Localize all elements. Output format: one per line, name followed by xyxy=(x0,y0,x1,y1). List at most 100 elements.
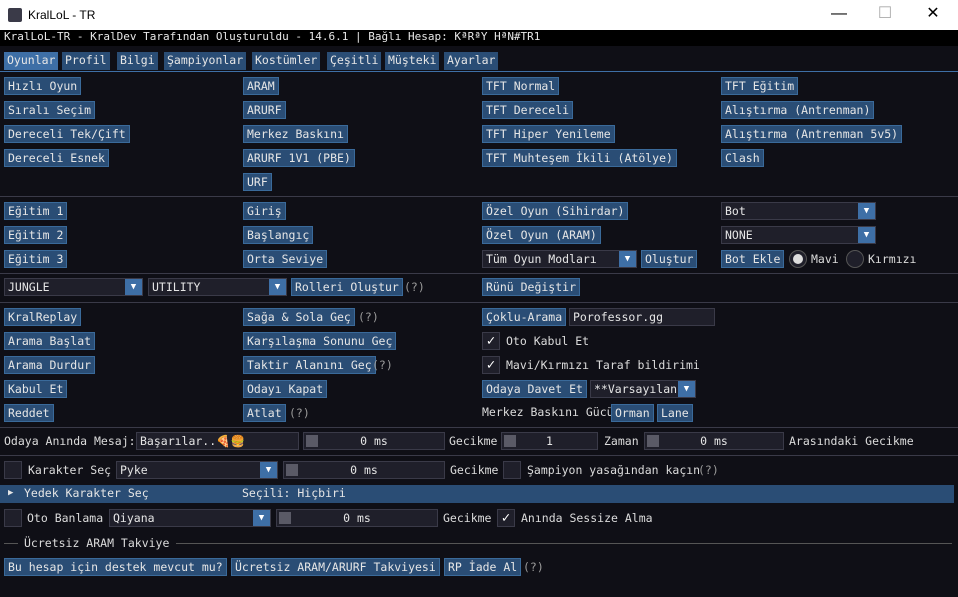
tab-profil[interactable]: Profil xyxy=(62,52,110,70)
avoid-ban-checkbox[interactable] xyxy=(503,461,521,479)
message-count-slider[interactable]: 1 xyxy=(501,432,598,450)
tft-normal-button[interactable]: TFT Normal xyxy=(482,77,560,95)
create-roles-button[interactable]: Rolleri Oluştur xyxy=(291,278,403,296)
tutorial-3-button[interactable]: Eğitim 3 xyxy=(4,250,68,268)
refund-rp-button[interactable]: RP İade Al xyxy=(444,558,522,576)
ranked-solo-button[interactable]: Dereceli Tek/Çift xyxy=(4,125,130,143)
chevron-down-icon: ▼ xyxy=(678,381,695,397)
swap-button[interactable]: Sağa & Sola Geç xyxy=(243,308,355,326)
minimize-button[interactable]: — xyxy=(816,0,862,30)
arurf-1v1-button[interactable]: ARURF 1V1 (PBE) xyxy=(243,149,355,167)
custom-sr-button[interactable]: Özel Oyun (Sihirdar) xyxy=(482,202,629,220)
create-lobby-button[interactable]: Oluştur xyxy=(641,250,698,268)
urf-button[interactable]: URF xyxy=(243,173,272,191)
beginner-bots-button[interactable]: Başlangıç xyxy=(243,226,314,244)
tab-oyunlar[interactable]: Oyunlar xyxy=(4,52,59,70)
ranked-draft-button[interactable]: Sıralı Seçim xyxy=(4,101,96,119)
pick-delay-slider[interactable]: 0 ms xyxy=(283,461,445,479)
invite-list-select[interactable]: **Varsayılan ▼ xyxy=(590,380,696,398)
tutorial-1-button[interactable]: Eğitim 1 xyxy=(4,202,68,220)
skip-honor-button[interactable]: Taktir Alanını Geç xyxy=(243,356,376,374)
help-icon[interactable]: (?) xyxy=(404,278,425,296)
start-search-button[interactable]: Arama Başlat xyxy=(4,332,96,350)
add-bot-button[interactable]: Bot Ekle xyxy=(721,250,785,268)
blue-team-radio[interactable] xyxy=(789,250,807,268)
slider-grab[interactable] xyxy=(286,464,298,476)
tft-tutorial-button[interactable]: TFT Eğitim xyxy=(721,77,799,95)
slider-grab[interactable] xyxy=(647,435,659,447)
maximize-button[interactable]: ☐ xyxy=(862,0,908,30)
app-icon xyxy=(8,8,22,22)
chevron-down-icon: ▼ xyxy=(858,227,875,243)
quick-play-button[interactable]: Hızlı Oyun xyxy=(4,77,82,95)
caret-right-icon: ▶ xyxy=(8,488,14,498)
intermediate-bots-button[interactable]: Orta Seviye xyxy=(243,250,328,268)
invite-lobby-button[interactable]: Odaya Davet Et xyxy=(482,380,587,398)
red-team-radio[interactable] xyxy=(846,250,864,268)
tutorial-2-button[interactable]: Eğitim 2 xyxy=(4,226,68,244)
instant-mute-checkbox[interactable]: ✓ xyxy=(497,509,515,527)
auto-pick-checkbox[interactable] xyxy=(4,461,22,479)
help-icon[interactable]: (?) xyxy=(289,404,310,422)
help-icon[interactable]: (?) xyxy=(372,356,393,374)
instant-message-input[interactable]: Başarılar..🍕🍔 xyxy=(136,432,299,450)
tab-musteki[interactable]: Müşteki xyxy=(385,52,440,70)
ban-delay-slider[interactable]: 0 ms xyxy=(276,509,438,527)
auto-accept-checkbox[interactable]: ✓ xyxy=(482,332,500,350)
game-mode-select[interactable]: Tüm Oyun Modları ▼ xyxy=(482,250,637,268)
tft-hyper-roll-button[interactable]: TFT Hiper Yenileme xyxy=(482,125,615,143)
stop-search-button[interactable]: Arama Durdur xyxy=(4,356,96,374)
nexus-blitz-button[interactable]: Merkez Baskını xyxy=(243,125,348,143)
slider-grab[interactable] xyxy=(279,512,291,524)
tab-bilgi[interactable]: Bilgi xyxy=(117,52,158,70)
tab-ayarlar[interactable]: Ayarlar xyxy=(444,52,499,70)
tft-ranked-button[interactable]: TFT Dereceli xyxy=(482,101,574,119)
close-button[interactable]: ✕ xyxy=(910,0,956,30)
arurf-button[interactable]: ARURF xyxy=(243,101,286,119)
orman-button[interactable]: Orman xyxy=(611,404,654,422)
aram-boost-button[interactable]: Ücretsiz ARAM/ARURF Takviyesi xyxy=(231,558,440,576)
tab-cesitli[interactable]: Çeşitli xyxy=(327,52,382,70)
ban-champion-select[interactable]: Qiyana ▼ xyxy=(109,509,271,527)
custom-aram-button[interactable]: Özel Oyun (ARAM) xyxy=(482,226,601,244)
pick-champion-select[interactable]: Pyke ▼ xyxy=(116,461,278,479)
check-boost-button[interactable]: Bu hesap için destek mevcut mu? xyxy=(4,558,227,576)
separator xyxy=(0,455,958,456)
skip-end-game-button[interactable]: Karşılaşma Sonunu Geç xyxy=(243,332,397,350)
close-lobby-button[interactable]: Odayı Kapat xyxy=(243,380,328,398)
practice-tool-button[interactable]: Alıştırma (Antrenman) xyxy=(721,101,875,119)
backup-champion-header[interactable]: ▶ Yedek Karakter Seç Seçili: Hiçbiri xyxy=(0,485,954,503)
separator xyxy=(0,302,958,303)
blue-team-label: Mavi xyxy=(811,252,839,266)
aram-button[interactable]: ARAM xyxy=(243,77,279,95)
decline-button[interactable]: Reddet xyxy=(4,404,54,422)
help-icon[interactable]: (?) xyxy=(358,308,379,326)
side-notify-checkbox[interactable]: ✓ xyxy=(482,356,500,374)
slider-grab[interactable] xyxy=(504,435,516,447)
bot-select[interactable]: Bot ▼ xyxy=(721,202,876,220)
role2-select[interactable]: UTILITY ▼ xyxy=(148,278,287,296)
difficulty-select[interactable]: NONE ▼ xyxy=(721,226,876,244)
help-icon[interactable]: (?) xyxy=(698,461,719,479)
delay-label: Gecikme xyxy=(450,463,499,477)
message-delay-slider[interactable]: 0 ms xyxy=(303,432,445,450)
change-rune-button[interactable]: Rünü Değiştir xyxy=(482,278,581,296)
accept-button[interactable]: Kabul Et xyxy=(4,380,68,398)
slider-grab[interactable] xyxy=(306,435,318,447)
practice-tool-5v5-button[interactable]: Alıştırma (Antrenman 5v5) xyxy=(721,125,903,143)
auto-ban-checkbox[interactable] xyxy=(4,509,22,527)
tab-sampiyonlar[interactable]: Şampiyonlar xyxy=(164,52,247,70)
lane-button[interactable]: Lane xyxy=(657,404,693,422)
multi-search-button[interactable]: Çoklu-Arama xyxy=(482,308,567,326)
tft-double-up-button[interactable]: TFT Muhteşem İkili (Atölye) xyxy=(482,149,677,167)
help-icon[interactable]: (?) xyxy=(523,558,544,576)
ranked-flex-button[interactable]: Dereceli Esnek xyxy=(4,149,109,167)
clash-button[interactable]: Clash xyxy=(721,149,764,167)
kralreplay-button[interactable]: KralReplay xyxy=(4,308,82,326)
message-interval-slider[interactable]: 0 ms xyxy=(644,432,784,450)
tab-kostumler[interactable]: Kostümler xyxy=(252,52,321,70)
dodge-button[interactable]: Atlat xyxy=(243,404,286,422)
intro-bots-button[interactable]: Giriş xyxy=(243,202,286,220)
role1-select[interactable]: JUNGLE ▼ xyxy=(4,278,143,296)
multi-search-site-input[interactable]: Porofessor.gg xyxy=(569,308,715,326)
